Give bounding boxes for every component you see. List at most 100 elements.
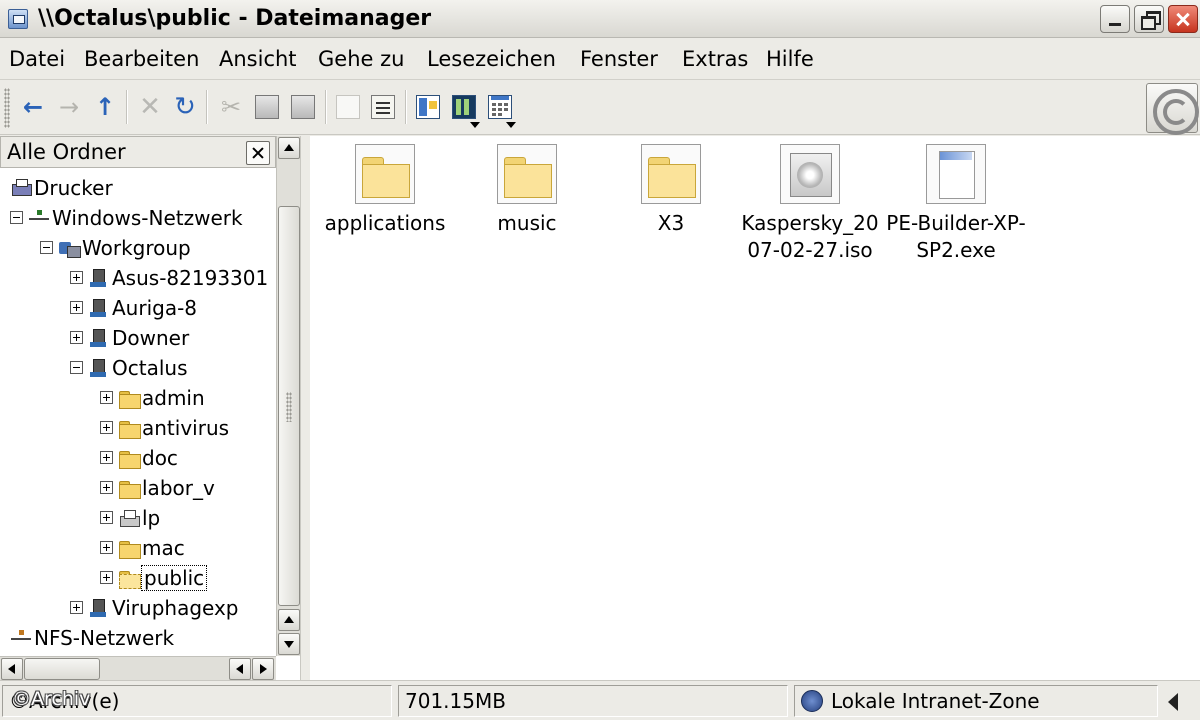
expand-icon[interactable] (100, 511, 113, 524)
expand-icon[interactable] (100, 541, 113, 554)
delete-icon[interactable] (336, 95, 360, 119)
scroll-down-icon[interactable] (278, 633, 300, 655)
collapse-icon[interactable] (40, 241, 53, 254)
back-icon[interactable]: ← (20, 94, 46, 120)
folder-icon (355, 144, 415, 204)
column-view-icon[interactable] (452, 95, 476, 119)
file-item[interactable]: Kaspersky_2007-02-27.iso (740, 136, 880, 264)
expand-icon[interactable] (100, 481, 113, 494)
computer-icon (88, 358, 110, 378)
up-icon[interactable]: ↑ (92, 94, 118, 120)
collapse-icon[interactable] (10, 211, 23, 224)
file-manager-icon (8, 9, 28, 29)
file-item[interactable]: PE-Builder-XP-SP2.exe (886, 136, 1026, 264)
copy-icon[interactable] (255, 95, 279, 119)
menu-lesezeichen[interactable]: Lesezeichen (427, 47, 556, 71)
cut-icon[interactable]: ✂ (218, 94, 244, 120)
scroll-left-icon[interactable] (1, 658, 23, 680)
expand-icon[interactable] (70, 301, 83, 314)
tree-node-windows-netzwerk[interactable]: Windows-Netzwerk (10, 203, 243, 233)
collapse-icon[interactable] (70, 361, 83, 374)
expand-icon[interactable] (70, 601, 83, 614)
forward-icon[interactable]: → (56, 94, 82, 120)
menu-gehe-zu[interactable]: Gehe zu (318, 47, 404, 71)
menu-hilfe[interactable]: Hilfe (766, 47, 814, 71)
file-view[interactable]: applications music X3 Kaspersky_2007-02-… (310, 136, 1200, 680)
tree-node-mac[interactable]: mac (100, 533, 185, 563)
file-item[interactable]: music (452, 136, 602, 237)
reload-icon[interactable]: ↻ (172, 94, 198, 120)
folder-tree[interactable]: Drucker Windows-Netzwerk Workgroup Asus-… (0, 168, 276, 656)
expand-icon[interactable] (70, 331, 83, 344)
toolbar-separator (126, 90, 128, 124)
executable-icon (926, 144, 986, 204)
scroll-left-icon[interactable] (229, 658, 251, 680)
expand-icon[interactable] (70, 271, 83, 284)
menu-extras[interactable]: Extras (682, 47, 748, 71)
pane-splitter[interactable] (300, 136, 310, 680)
tree-node-doc[interactable]: doc (100, 443, 178, 473)
window-title: \\Octalus\public - Dateimanager (38, 6, 432, 31)
expand-icon[interactable] (100, 421, 113, 434)
expand-icon[interactable] (100, 391, 113, 404)
scrollbar-thumb[interactable] (278, 206, 300, 606)
menu-ansicht[interactable]: Ansicht (219, 47, 297, 71)
tree-node-labor-v[interactable]: labor_v (100, 473, 215, 503)
tree-node-viruphagexp[interactable]: Viruphagexp (70, 593, 239, 623)
expand-icon[interactable] (100, 451, 113, 464)
paste-icon[interactable] (291, 95, 315, 119)
close-pane-icon[interactable] (246, 141, 270, 165)
menu-bearbeiten[interactable]: Bearbeiten (84, 47, 199, 71)
file-name: applications (324, 211, 446, 235)
tree-node-public[interactable]: public (100, 563, 208, 593)
tree-view-icon[interactable] (416, 95, 440, 119)
scroll-up-icon[interactable] (278, 609, 300, 631)
tree-node-auriga[interactable]: Auriga-8 (70, 293, 197, 323)
file-item[interactable]: X3 (596, 136, 746, 237)
toolbar-grip-icon[interactable] (4, 88, 10, 128)
scroll-up-icon[interactable] (278, 137, 300, 159)
properties-icon[interactable] (371, 95, 395, 119)
copyright-watermark: ©Archiv (12, 688, 91, 710)
file-name: X3 (657, 211, 685, 235)
computer-icon (88, 598, 110, 618)
folder-icon (641, 144, 701, 204)
folder-icon (118, 478, 141, 499)
tree-node-downer[interactable]: Downer (70, 323, 189, 353)
title-bar: \\Octalus\public - Dateimanager (0, 0, 1200, 38)
close-button[interactable] (1168, 5, 1198, 33)
network-icon (28, 208, 50, 228)
menu-fenster[interactable]: Fenster (580, 47, 658, 71)
tree-node-asus[interactable]: Asus-82193301 (70, 263, 268, 293)
tree-node-nfs-netzwerk[interactable]: NFS-Netzwerk (10, 623, 174, 653)
toolbar: ← → ↑ ✕ ↻ ✂ (0, 80, 1200, 135)
tree-node-lp[interactable]: lp (100, 503, 160, 533)
tree-node-drucker[interactable]: Drucker (10, 173, 113, 203)
scroll-right-icon[interactable] (252, 658, 274, 680)
minimize-button[interactable] (1100, 5, 1130, 33)
menu-bar: Datei Bearbeiten Ansicht Gehe zu Lesezei… (0, 38, 1200, 80)
toolbar-separator (325, 90, 327, 124)
status-arrow-icon[interactable] (1168, 693, 1178, 711)
status-bar: ©Archiv(e) 701.15MB Lokale Intranet-Zone (0, 680, 1200, 720)
stop-icon[interactable]: ✕ (137, 94, 163, 120)
computer-icon (88, 328, 110, 348)
tree-node-admin[interactable]: admin (100, 383, 205, 413)
file-item[interactable]: applications (310, 136, 460, 237)
menu-datei[interactable]: Datei (9, 47, 65, 71)
tree-horizontal-scrollbar[interactable] (0, 656, 276, 680)
scrollbar-thumb[interactable] (24, 658, 100, 680)
tree-node-antivirus[interactable]: antivirus (100, 413, 229, 443)
tree-vertical-scrollbar[interactable] (276, 136, 300, 656)
toolbar-separator (405, 90, 407, 124)
column-view-dropdown-icon[interactable] (470, 122, 480, 128)
tree-node-octalus[interactable]: Octalus (70, 353, 188, 383)
folder-icon (118, 388, 141, 409)
expand-icon[interactable] (100, 571, 113, 584)
icon-view-icon[interactable] (488, 95, 512, 119)
throbber-icon[interactable] (1146, 83, 1199, 135)
restore-button[interactable] (1134, 5, 1164, 33)
icon-view-dropdown-icon[interactable] (506, 122, 516, 128)
tree-node-workgroup[interactable]: Workgroup (40, 233, 191, 263)
folder-icon (118, 538, 141, 559)
